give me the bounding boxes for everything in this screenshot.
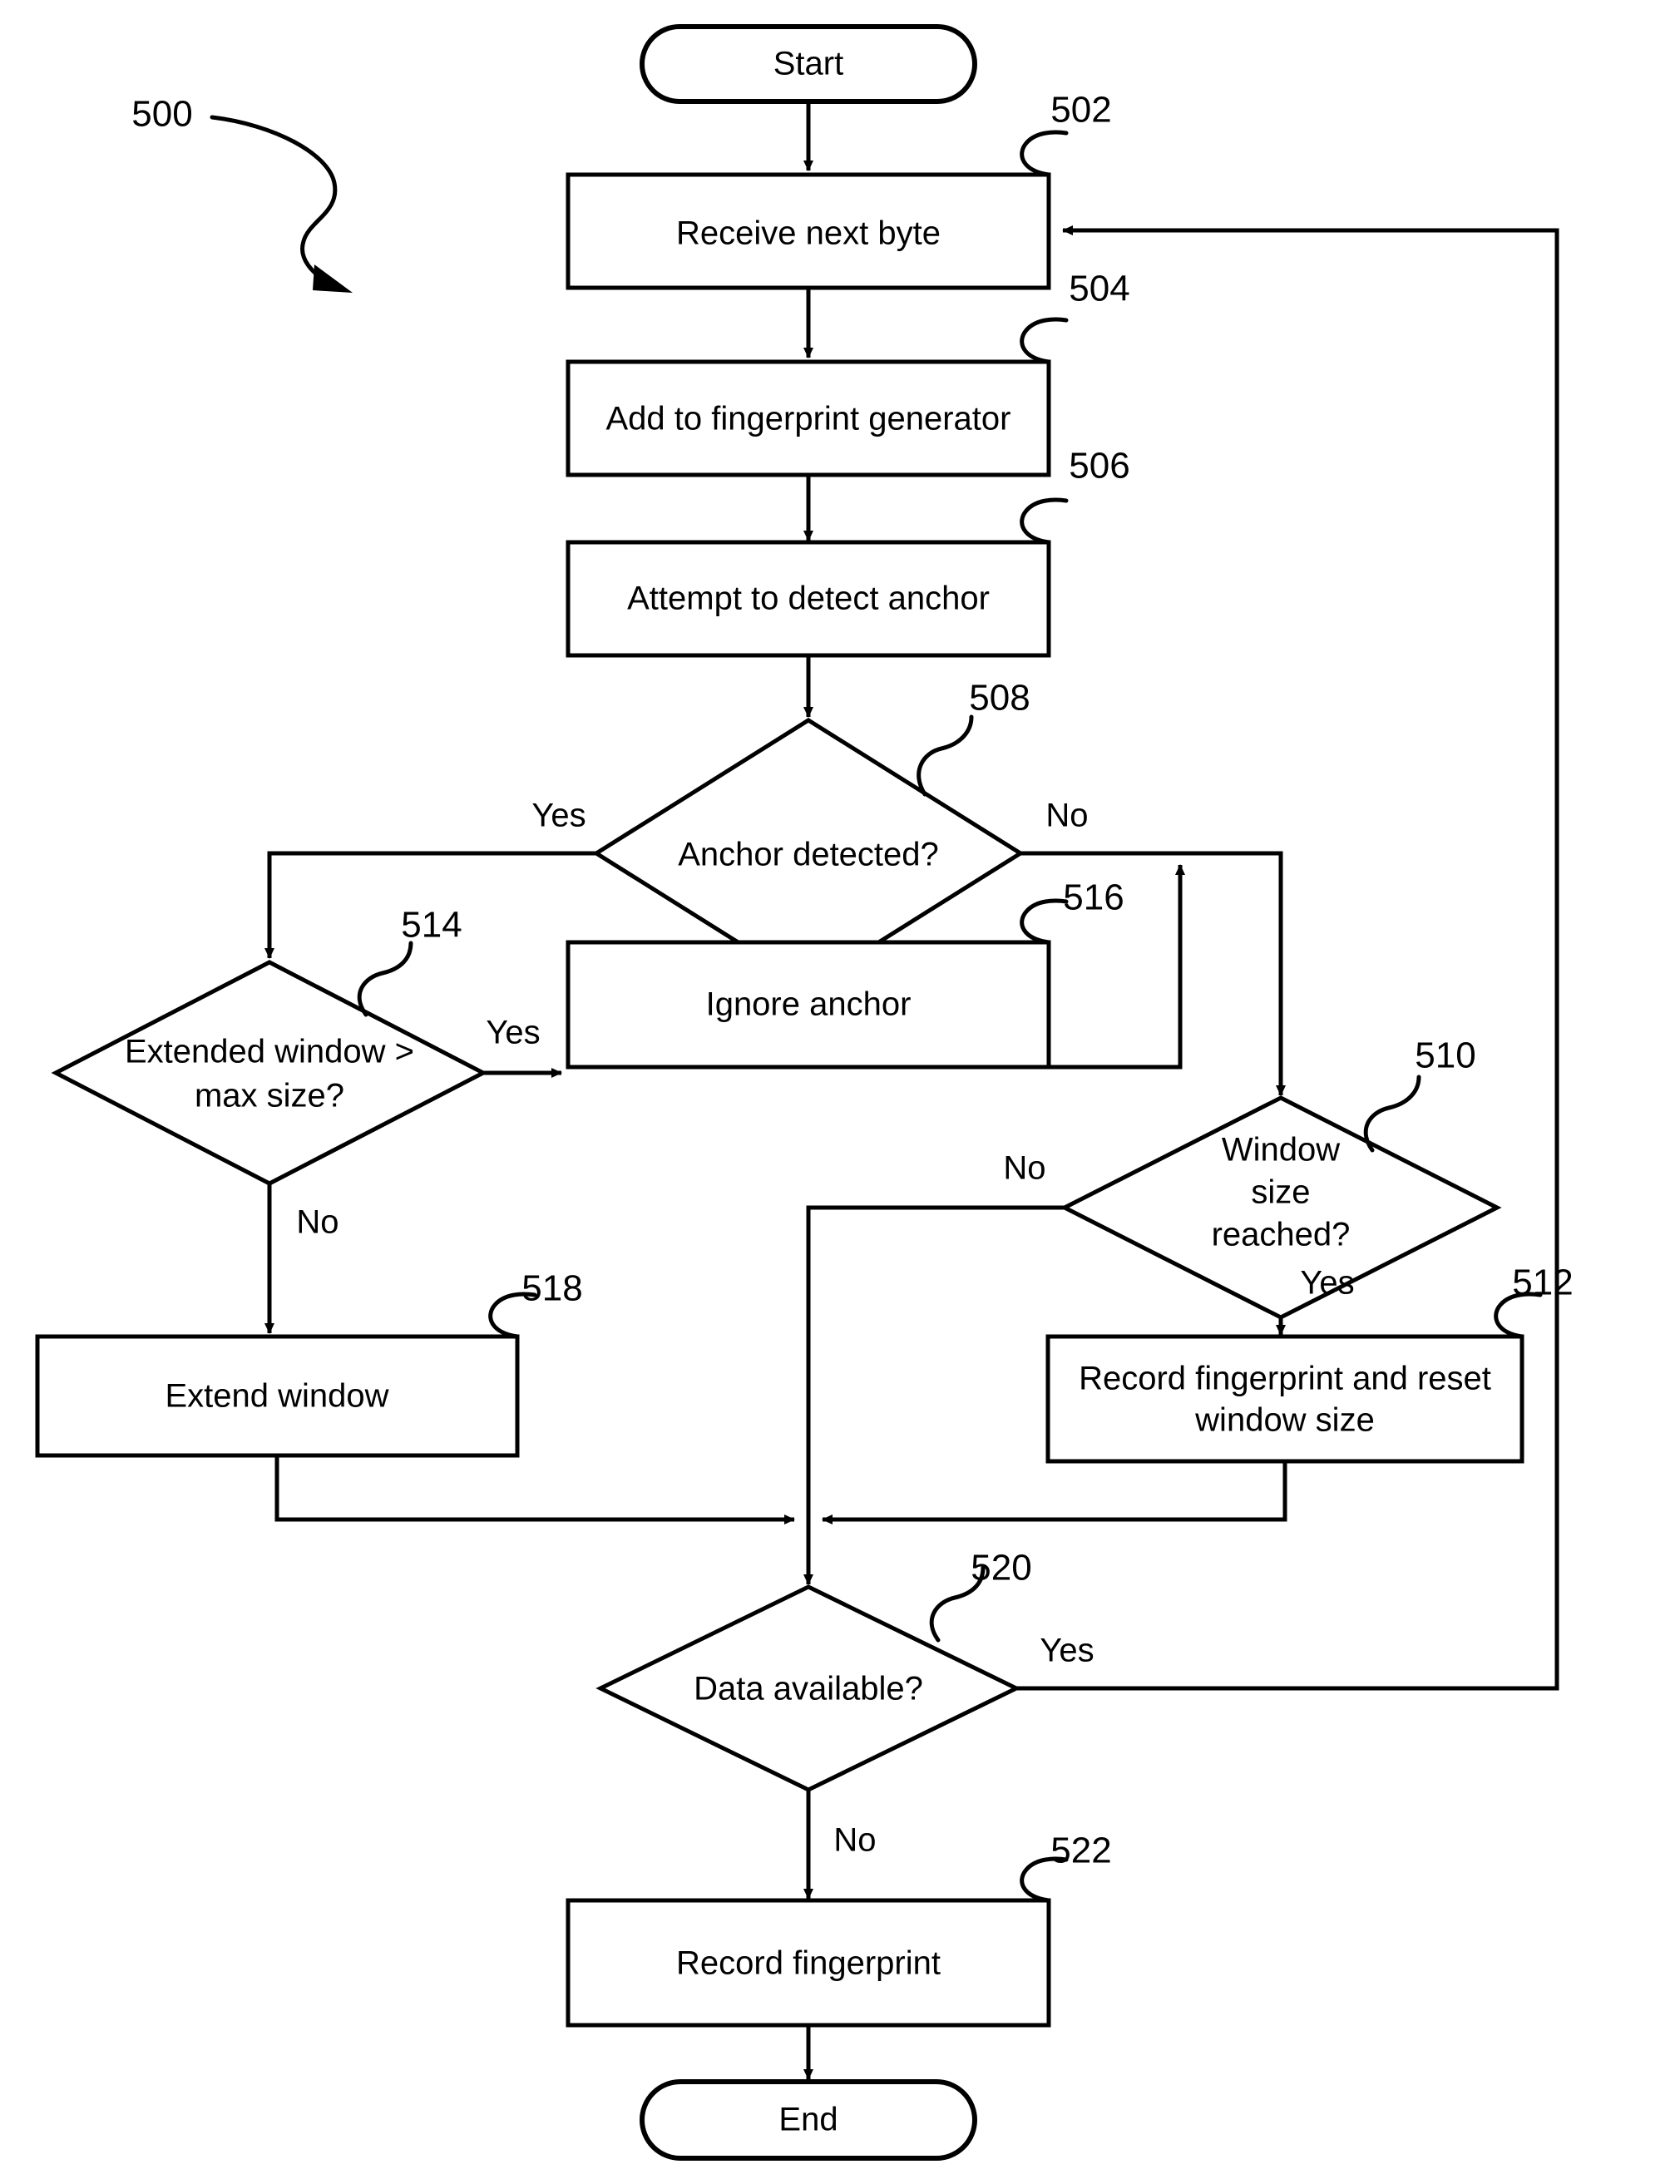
ref-514-group: 514 xyxy=(357,905,462,1017)
ref-504-label: 504 xyxy=(1069,269,1129,309)
ref-522-group: 522 xyxy=(1020,1831,1112,1903)
end-label: End xyxy=(778,2102,838,2138)
window-size-reached-label-line2: size xyxy=(1251,1174,1310,1211)
ref-506-leader xyxy=(1020,497,1069,545)
node-window-size-reached: Window size reached? xyxy=(1060,1095,1502,1320)
edge-label-extended-no: No xyxy=(296,1204,338,1241)
ref-516-leader xyxy=(1020,898,1069,945)
figure-leader-arrowhead xyxy=(313,264,353,293)
ref-502-group: 502 xyxy=(1020,90,1112,177)
attempt-to-detect-anchor-label: Attempt to detect anchor xyxy=(627,581,990,617)
node-start: Start xyxy=(640,24,977,104)
ref-510-label: 510 xyxy=(1415,1035,1475,1076)
record-fingerprint-reset-label-line1: Record fingerprint and reset xyxy=(1079,1361,1491,1397)
ref-510-leader xyxy=(1363,1075,1421,1153)
edge-label-data-no: No xyxy=(833,1822,876,1859)
anchor-detected-label: Anchor detected? xyxy=(678,837,939,873)
node-add-to-fingerprint-generator: Add to fingerprint generator xyxy=(566,359,1051,477)
edge-label-window-no: No xyxy=(1003,1150,1045,1187)
edge-518-to-merge xyxy=(274,1455,795,1524)
ref-514-leader xyxy=(357,941,413,1017)
start-label: Start xyxy=(773,46,843,82)
ref-512-label: 512 xyxy=(1512,1262,1573,1303)
edge-512-to-merge xyxy=(822,1461,1287,1524)
add-to-fingerprint-generator-label: Add to fingerprint generator xyxy=(606,401,1011,437)
figure-canvas: 500 Start Receive next byte 502 Add to f… xyxy=(0,0,1680,2184)
extend-window-label: Extend window xyxy=(165,1378,388,1415)
edge-label-data-yes: Yes xyxy=(1040,1633,1094,1669)
ref-508-label: 508 xyxy=(969,678,1030,719)
edge-label-window-yes: Yes xyxy=(1300,1265,1354,1302)
node-attempt-to-detect-anchor: Attempt to detect anchor xyxy=(566,540,1051,658)
extended-window-max-size-label-line2: max size? xyxy=(195,1078,344,1114)
node-extended-window-max-size: Extended window > max size? xyxy=(51,960,488,1186)
ref-514-label: 514 xyxy=(401,905,462,946)
ref-522-label: 522 xyxy=(1050,1831,1111,1871)
edge-label-extended-yes: Yes xyxy=(486,1015,540,1051)
ref-516-label: 516 xyxy=(1063,877,1124,918)
node-ignore-anchor: Ignore anchor xyxy=(566,940,1051,1070)
edge-label-anchor-yes: Yes xyxy=(531,798,586,834)
flowchart-svg: 500 Start Receive next byte 502 Add to f… xyxy=(35,24,1574,2161)
record-fingerprint-reset-label-line2: window size xyxy=(1194,1402,1375,1439)
node-record-fingerprint: Record fingerprint xyxy=(566,1898,1051,2028)
edge-510-no-to-merge xyxy=(806,1205,1065,1505)
ref-506-label: 506 xyxy=(1069,446,1129,487)
ref-502-leader xyxy=(1020,130,1069,177)
record-fingerprint-reset-shape xyxy=(1045,1334,1524,1464)
ref-518-group: 518 xyxy=(488,1268,583,1339)
ref-510-group: 510 xyxy=(1363,1035,1476,1153)
figure-number-group: 500 xyxy=(131,94,353,293)
window-size-reached-label-line3: reached? xyxy=(1212,1217,1351,1253)
window-size-reached-label-line1: Window xyxy=(1222,1132,1340,1169)
ref-518-label: 518 xyxy=(521,1268,582,1309)
edge-508-no-to-510 xyxy=(1020,851,1286,1096)
extended-window-max-size-shape xyxy=(51,960,488,1186)
node-data-available: Data available? xyxy=(595,1584,1021,1792)
ref-516-group: 516 xyxy=(1020,877,1124,945)
node-record-fingerprint-reset: Record fingerprint and reset window size xyxy=(1045,1334,1524,1464)
ref-520-group: 520 xyxy=(929,1548,1032,1643)
ref-504-leader xyxy=(1020,317,1069,364)
data-available-label: Data available? xyxy=(694,1671,923,1707)
node-receive-next-byte: Receive next byte xyxy=(566,172,1051,290)
ref-502-label: 502 xyxy=(1050,90,1111,131)
ref-508-group: 508 xyxy=(917,678,1030,797)
ignore-anchor-label: Ignore anchor xyxy=(706,986,912,1023)
ref-508-leader xyxy=(917,714,974,797)
figure-number-label: 500 xyxy=(131,94,192,135)
record-fingerprint-label: Record fingerprint xyxy=(676,1945,941,1982)
edge-label-anchor-no: No xyxy=(1045,798,1088,834)
node-extend-window: Extend window xyxy=(35,1334,520,1458)
figure-leader-line xyxy=(210,115,338,284)
extended-window-max-size-label-line1: Extended window > xyxy=(125,1034,414,1070)
ref-512-group: 512 xyxy=(1494,1262,1574,1339)
node-end: End xyxy=(640,2079,977,2161)
receive-next-byte-label: Receive next byte xyxy=(676,215,941,252)
